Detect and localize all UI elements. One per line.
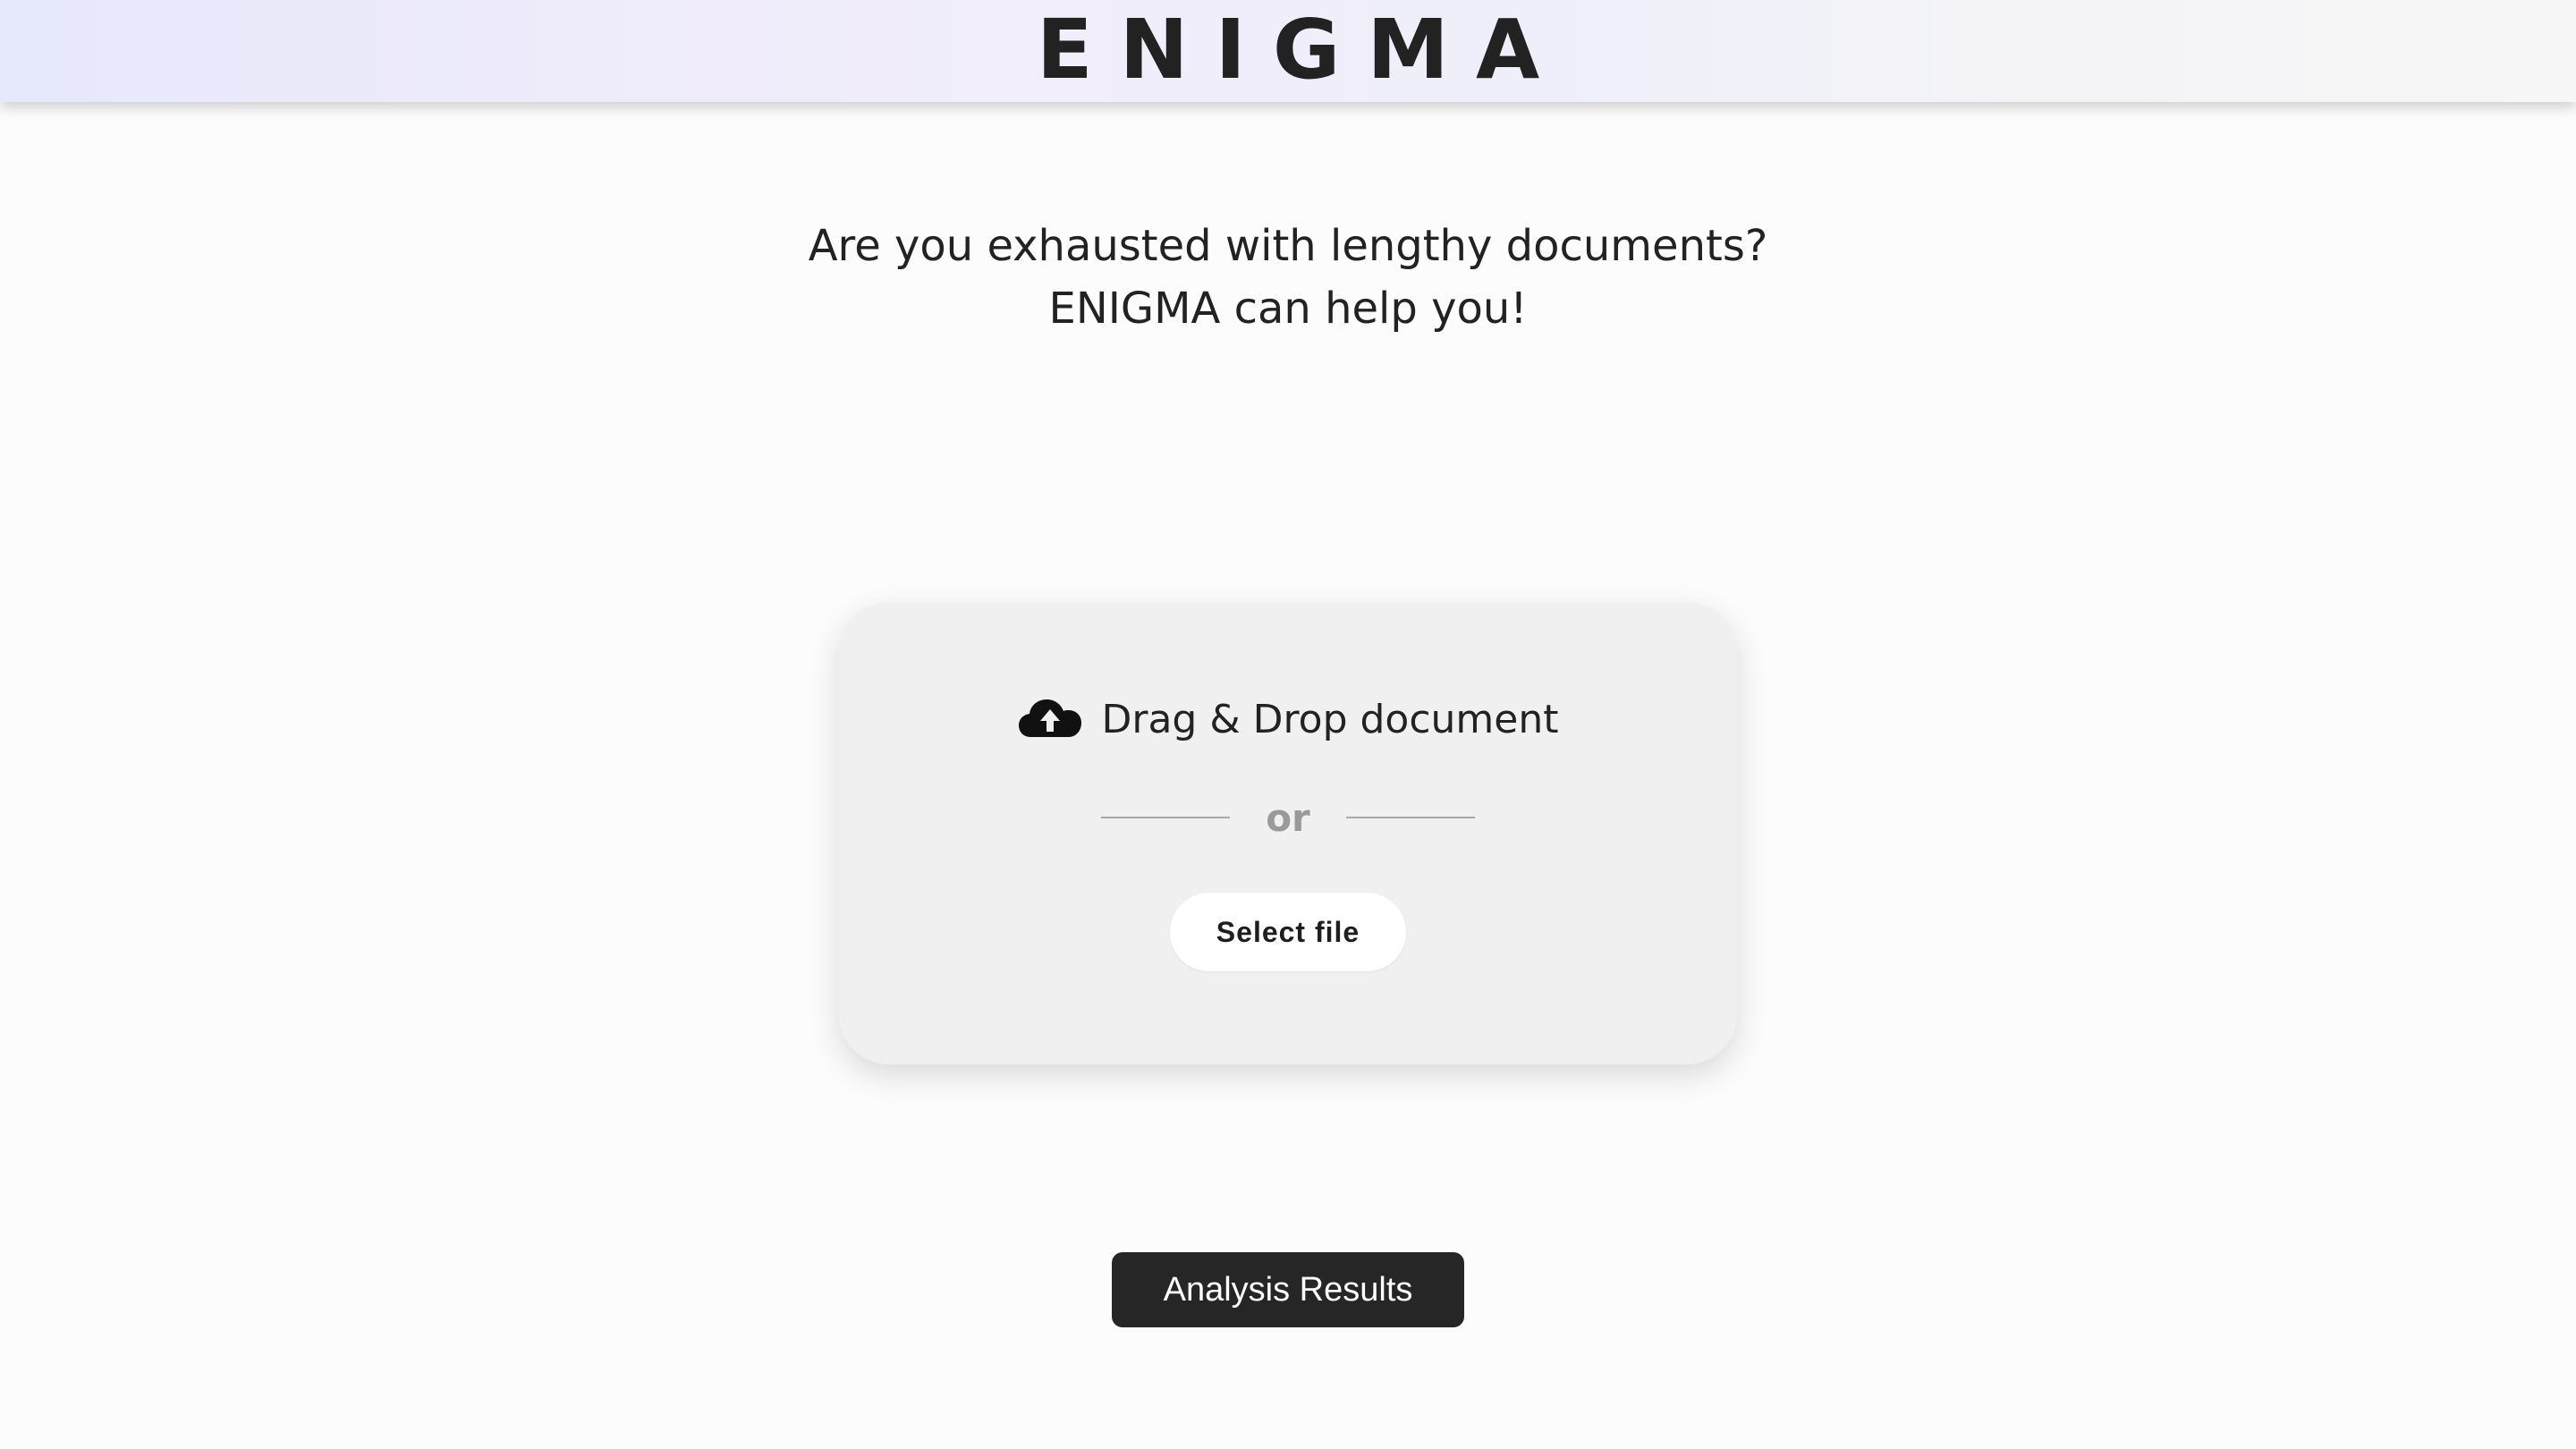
app-logo[interactable]: ENIGMA (0, 5, 2576, 95)
headline-line-2: ENIGMA can help you! (1048, 284, 1528, 334)
drag-drop-label: Drag & Drop document (1101, 696, 1559, 742)
upload-dropzone[interactable]: Drag & Drop document or Select file (839, 603, 1737, 1064)
or-label: or (1266, 795, 1310, 840)
or-separator: or (839, 791, 1737, 844)
select-file-button[interactable]: Select file (1170, 893, 1406, 971)
drag-drop-row: Drag & Drop document (839, 692, 1737, 746)
headline-line-1: Are you exhausted with lengthy documents… (808, 221, 1768, 271)
divider-left (1101, 817, 1231, 818)
cloud-upload-icon (1018, 699, 1081, 737)
divider-right (1345, 817, 1475, 818)
hero-headline: Are you exhausted with lengthy documents… (0, 215, 2576, 340)
analysis-results-button[interactable]: Analysis Results (1112, 1252, 1464, 1327)
top-header: ENIGMA (0, 0, 2576, 102)
